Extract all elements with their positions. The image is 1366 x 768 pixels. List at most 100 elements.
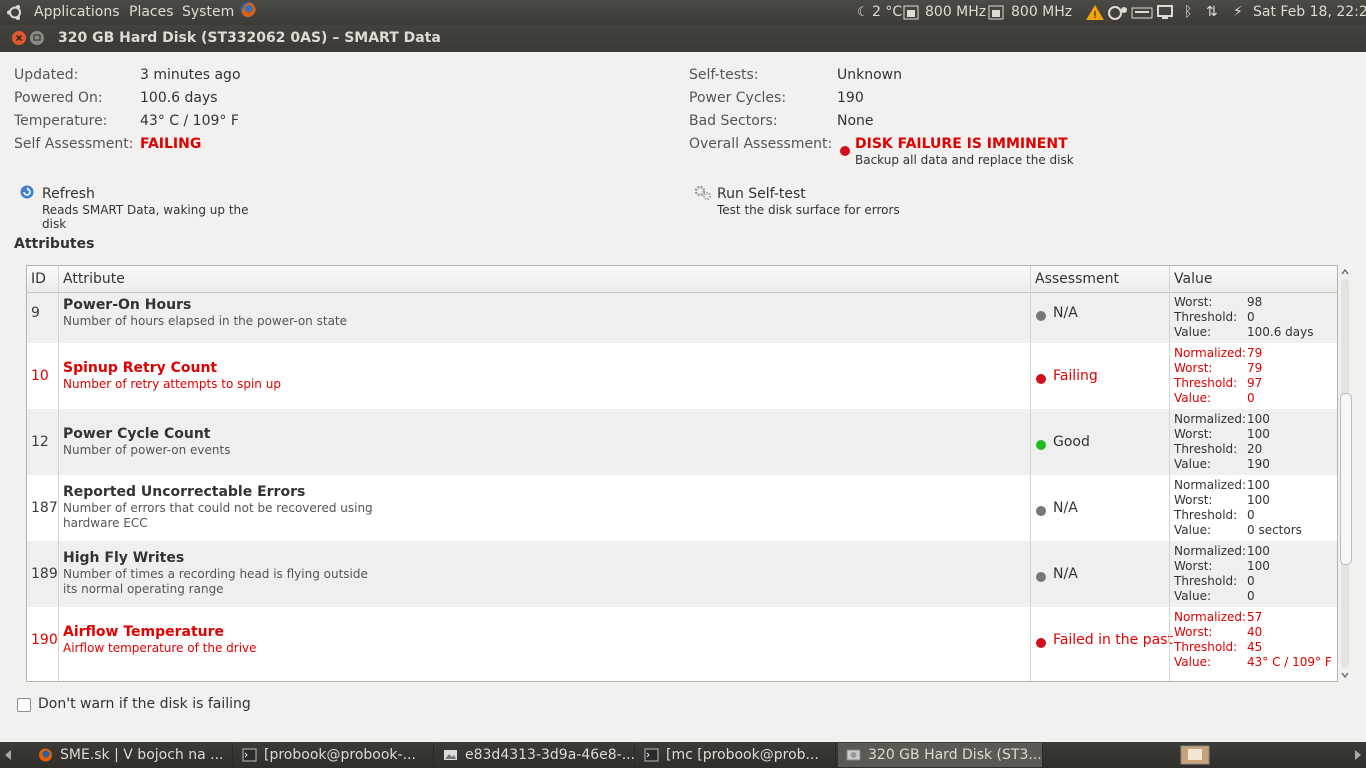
column-header-assessment[interactable]: Assessment — [1035, 266, 1119, 292]
attribute-description: Airflow temperature of the drive — [63, 641, 257, 655]
attribute-id: 189 — [31, 566, 58, 582]
worst-label: Worst: — [1174, 295, 1213, 309]
places-menu[interactable]: Places — [129, 0, 174, 25]
network-transfer-icon[interactable]: ⇅ — [1206, 0, 1218, 25]
threshold-label: Threshold: — [1174, 442, 1238, 456]
attribute-id: 190 — [31, 632, 58, 648]
attributes-table[interactable]: ID Attribute Assessment Value 9 Power-On… — [26, 265, 1338, 682]
table-row[interactable]: 187 Reported Uncorrectable Errors Number… — [27, 475, 1337, 541]
threshold-label: Threshold: — [1174, 640, 1238, 654]
threshold-label: Threshold: — [1174, 310, 1238, 324]
attribute-assessment: N/A — [1053, 305, 1078, 321]
refresh-button[interactable]: Refresh Reads SMART Data, waking up the … — [14, 182, 274, 231]
updated-label: Updated: — [14, 67, 79, 83]
attribute-name: Spinup Retry Count — [63, 360, 218, 376]
run-self-test-subtitle: Test the disk surface for errors — [717, 203, 900, 217]
table-row[interactable]: 189 High Fly Writes Number of times a re… — [27, 541, 1337, 607]
normalized-label: Normalized: — [1174, 346, 1247, 360]
threshold-label: Threshold: — [1174, 376, 1238, 390]
taskbar-item-terminal[interactable]: [probook@probook-... — [234, 743, 434, 767]
minimize-icon — [33, 34, 41, 41]
worst-value: 100 — [1247, 427, 1270, 441]
normalized-value: 100 — [1247, 412, 1270, 426]
status-na-icon — [1036, 506, 1046, 516]
ubuntu-logo-icon[interactable] — [6, 4, 24, 21]
raw-value: 0 — [1247, 391, 1255, 405]
self-tests-label: Self-tests: — [689, 67, 759, 83]
run-self-test-button[interactable]: Run Self-test Test the disk surface for … — [689, 182, 909, 222]
worst-label: Worst: — [1174, 625, 1213, 639]
scroll-left-icon[interactable] — [3, 749, 13, 761]
threshold-label: Threshold: — [1174, 574, 1238, 588]
applications-menu[interactable]: Applications — [34, 0, 120, 25]
battery-charging-icon[interactable]: ⚡ — [1233, 0, 1243, 25]
display-icon[interactable] — [1156, 4, 1174, 21]
taskbar-item-image-viewer[interactable]: e83d4313-3d9a-46e8-... — [435, 743, 635, 767]
system-menu[interactable]: System — [182, 0, 234, 25]
table-row[interactable]: 9 Power-On Hours Number of hours elapsed… — [27, 293, 1337, 343]
attribute-name: Airflow Temperature — [63, 624, 225, 640]
dont-warn-checkbox[interactable] — [17, 698, 31, 712]
column-divider — [1169, 266, 1170, 681]
bad-sectors-value: None — [837, 113, 874, 129]
taskbar-item-terminal[interactable]: [mc [probook@prob... — [636, 743, 836, 767]
normalized-label: Normalized: — [1174, 478, 1247, 492]
weather-temp[interactable]: 2 °C — [872, 0, 902, 25]
attribute-id: 187 — [31, 500, 58, 516]
cpu-freq-icon — [988, 5, 1004, 20]
value-labels: Normalized: Worst: Threshold: Value: — [1174, 478, 1246, 538]
dont-warn-label[interactable]: Don't warn if the disk is failing — [38, 696, 251, 712]
moon-icon: ☾ — [857, 5, 869, 20]
column-divider — [1030, 266, 1031, 681]
overall-assessment-sub: Backup all data and replace the disk — [855, 153, 1074, 167]
power-cycles-label: Power Cycles: — [689, 90, 787, 106]
table-row[interactable]: 190 Airflow Temperature Airflow temperat… — [27, 607, 1337, 673]
table-row[interactable]: 12 Power Cycle Count Number of power-on … — [27, 409, 1337, 475]
normalized-value: 79 — [1247, 346, 1263, 360]
firefox-launcher-icon[interactable] — [237, 1, 259, 18]
hard-disk-icon — [846, 749, 861, 761]
bluetooth-icon[interactable]: ᛒ — [1184, 0, 1192, 25]
cpu2-frequency[interactable]: 800 MHz — [1011, 0, 1072, 25]
value-numbers: 98 98 0 100.6 days — [1247, 293, 1314, 340]
worst-label: Worst: — [1174, 493, 1213, 507]
network-settings-icon[interactable] — [1107, 4, 1129, 21]
attribute-description: Number of power-on events — [63, 443, 231, 457]
value-numbers: 100 100 20 190 — [1247, 412, 1270, 472]
threshold-value: 97 — [1247, 376, 1263, 390]
attribute-assessment: Failing — [1053, 368, 1098, 384]
normalized-label: Normalized: — [1174, 544, 1247, 558]
column-header-id[interactable]: ID — [31, 266, 46, 292]
column-header-value[interactable]: Value — [1174, 266, 1212, 292]
taskbar-item-label: SME.sk | V bojoch na ... — [60, 747, 224, 763]
scrollbar-thumb[interactable] — [1340, 393, 1352, 565]
temperature-value: 43° C / 109° F — [140, 113, 239, 129]
taskbar-item-disk-utility[interactable]: 320 GB Hard Disk (ST3... — [838, 743, 1043, 767]
close-button[interactable] — [12, 31, 26, 45]
keyboard-icon[interactable] — [1131, 4, 1153, 21]
self-assessment-value: FAILING — [140, 136, 202, 152]
value-labels: Normalized: Worst: Threshold: Value: — [1174, 544, 1246, 604]
minimize-button[interactable] — [30, 31, 44, 45]
attribute-name: Reported Uncorrectable Errors — [63, 484, 306, 500]
column-header-attribute[interactable]: Attribute — [63, 266, 125, 292]
warning-icon[interactable]: ! — [1085, 4, 1105, 21]
clock[interactable]: Sat Feb 18, 22:27 — [1253, 0, 1366, 25]
raw-value: 0 sectors — [1247, 523, 1302, 537]
workspace-switcher-icon[interactable] — [1180, 745, 1210, 765]
attribute-description: Number of hours elapsed in the power-on … — [63, 314, 348, 328]
taskbar-item-browser[interactable]: SME.sk | V bojoch na ... — [30, 743, 233, 767]
status-good-icon — [1036, 440, 1046, 450]
table-row[interactable]: 10 Spinup Retry Count Number of retry at… — [27, 343, 1337, 409]
scroll-up-icon[interactable] — [1340, 267, 1350, 277]
table-scrollbar[interactable] — [1338, 265, 1352, 682]
threshold-label: Threshold: — [1174, 508, 1238, 522]
scroll-down-icon[interactable] — [1340, 670, 1350, 680]
value-labels: Normalized: Worst: Threshold: Value: — [1174, 346, 1246, 406]
cpu1-frequency[interactable]: 800 MHz — [925, 0, 986, 25]
window-titlebar[interactable]: 320 GB Hard Disk (ST332062 0AS) – SMART … — [0, 25, 1366, 52]
attribute-name: Power-On Hours — [63, 297, 192, 313]
worst-label: Worst: — [1174, 559, 1213, 573]
scroll-right-icon[interactable] — [1353, 749, 1363, 761]
value-label: Value: — [1174, 457, 1211, 471]
